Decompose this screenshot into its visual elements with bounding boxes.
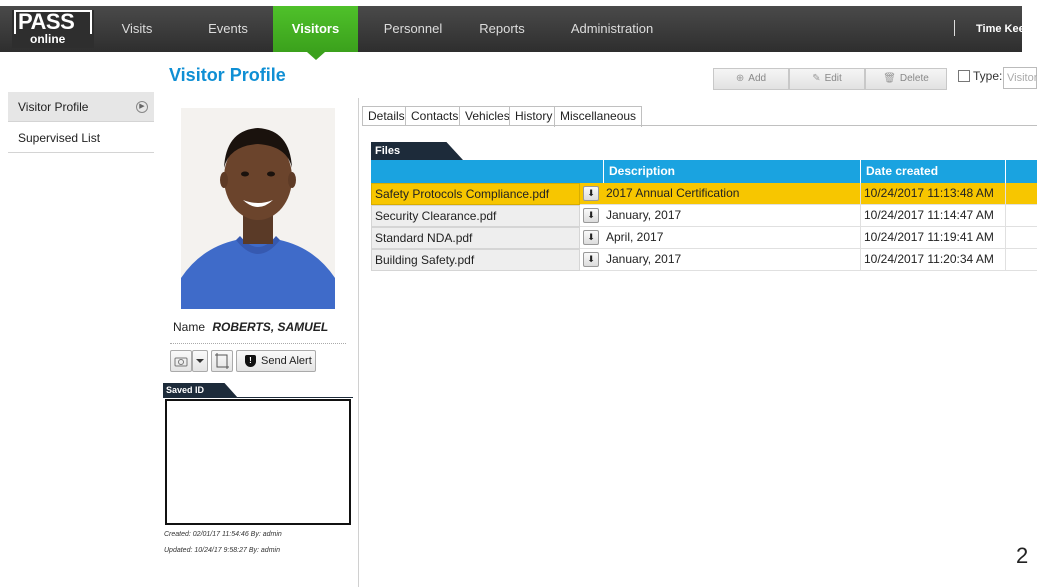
file-name-cell[interactable]: Security Clearance.pdf — [371, 205, 580, 227]
logo-main-text: PASS — [18, 9, 75, 34]
visitor-photo — [181, 108, 335, 309]
nav-time-keeping[interactable]: Time Keeping — [976, 6, 1022, 52]
divider — [170, 343, 346, 344]
type-checkbox[interactable] — [958, 70, 970, 82]
files-table: Description Date created Safety Protocol… — [371, 160, 1037, 271]
date-created-cell: 10/24/2017 11:20:34 AM — [860, 249, 1005, 271]
tab-history[interactable]: History — [509, 106, 559, 126]
app-logo[interactable]: PASS online — [12, 10, 94, 48]
logo-sub-text: online — [30, 32, 66, 46]
type-input[interactable]: Visitor — [1003, 67, 1037, 89]
saved-id-tab: Saved ID — [163, 383, 238, 398]
edit-label: Edit — [824, 73, 842, 84]
tab-contacts[interactable]: Contacts — [405, 106, 465, 126]
nav-reports[interactable]: Reports — [464, 6, 540, 52]
tab-strip-line — [362, 125, 1037, 126]
sidebar-item-supervised-list[interactable]: Supervised List — [8, 123, 154, 153]
created-info: Created: 02/01/17 11:54:46 By: admin — [164, 531, 282, 538]
nav-visits[interactable]: Visits — [102, 6, 172, 52]
extra-cell — [1005, 249, 1037, 271]
sidebar-item-label: Supervised List — [18, 131, 101, 145]
tab-miscellaneous[interactable]: Miscellaneous — [554, 106, 643, 127]
nav-personnel[interactable]: Personnel — [368, 6, 458, 52]
delete-label: Delete — [899, 73, 929, 84]
crop-button[interactable] — [211, 350, 233, 372]
download-icon[interactable]: ⬇ — [583, 252, 599, 267]
tab-vehicles[interactable]: Vehicles — [459, 106, 516, 126]
add-icon: ⊕ — [735, 73, 745, 84]
type-label: Type: — [973, 69, 1003, 83]
column-header-file[interactable] — [371, 160, 603, 183]
files-table-header: Description Date created — [371, 160, 1037, 183]
add-label: Add — [748, 73, 767, 84]
saved-id-rule — [163, 397, 353, 398]
crop-icon — [215, 353, 229, 369]
date-created-cell: 10/24/2017 11:13:48 AM — [860, 183, 1005, 205]
extra-cell — [1005, 227, 1037, 249]
table-row[interactable]: Safety Protocols Compliance.pdf ⬇ 2017 A… — [371, 183, 1037, 205]
visitor-photo-image — [181, 108, 335, 309]
file-name-cell[interactable]: Standard NDA.pdf — [371, 227, 580, 249]
capture-icon — [174, 357, 188, 367]
send-alert-button[interactable]: ! Send Alert — [236, 350, 316, 372]
visitor-name: ROBERTS, SAMUEL — [212, 320, 329, 334]
description-cell: January, 2017 — [606, 208, 682, 222]
nav-visitors[interactable]: Visitors — [273, 6, 358, 52]
updated-info: Updated: 10/24/17 9:58:27 By: admin — [164, 547, 280, 554]
file-name-cell[interactable]: Building Safety.pdf — [371, 249, 580, 271]
active-nav-pointer — [307, 52, 325, 60]
delete-icon: 🗑 — [883, 73, 896, 84]
sidebar-item-visitor-profile[interactable]: Visitor Profile ▶ — [8, 92, 154, 122]
description-cell: 2017 Annual Certification — [606, 186, 740, 200]
send-alert-label: Send Alert — [261, 355, 312, 367]
chevron-down-icon — [196, 359, 204, 363]
nav-separator — [954, 20, 955, 36]
name-label: Name — [173, 320, 206, 334]
saved-id-image-box — [165, 399, 351, 525]
tab-details[interactable]: Details — [362, 106, 411, 126]
delete-button[interactable]: 🗑 Delete — [865, 68, 947, 90]
download-icon[interactable]: ⬇ — [583, 208, 599, 223]
date-created-cell: 10/24/2017 11:14:47 AM — [860, 205, 1005, 227]
column-header-extra — [1005, 160, 1037, 183]
extra-cell — [1005, 183, 1037, 205]
file-name-cell[interactable]: Safety Protocols Compliance.pdf — [371, 183, 580, 205]
column-header-date-created[interactable]: Date created — [860, 160, 1005, 183]
expand-icon[interactable]: ▶ — [136, 101, 148, 113]
nav-administration[interactable]: Administration — [553, 6, 671, 52]
table-row[interactable]: Building Safety.pdf ⬇ January, 2017 10/2… — [371, 249, 1037, 271]
top-bar: PASS online Visits Events Visitors Perso… — [0, 0, 1037, 60]
page-number: 2 — [1016, 543, 1029, 568]
add-button[interactable]: ⊕ Add — [713, 68, 789, 90]
sidebar-item-label: Visitor Profile — [18, 100, 89, 114]
description-cell: January, 2017 — [606, 252, 682, 266]
nav-events[interactable]: Events — [188, 6, 268, 52]
page-title: Visitor Profile — [169, 65, 286, 85]
table-row[interactable]: Standard NDA.pdf ⬇ April, 2017 10/24/201… — [371, 227, 1037, 249]
download-icon[interactable]: ⬇ — [583, 186, 599, 201]
capture-dropdown-button[interactable] — [192, 350, 208, 372]
download-icon[interactable]: ⬇ — [583, 230, 599, 245]
files-section-tab: Files — [371, 142, 463, 160]
panel-divider — [358, 98, 359, 587]
column-header-description[interactable]: Description — [603, 160, 860, 183]
date-created-cell: 10/24/2017 11:19:41 AM — [860, 227, 1005, 249]
shield-alert-icon: ! — [245, 355, 256, 367]
extra-cell — [1005, 205, 1037, 227]
capture-photo-button[interactable] — [170, 350, 192, 372]
table-row[interactable]: Security Clearance.pdf ⬇ January, 2017 1… — [371, 205, 1037, 227]
edit-icon: ✎ — [812, 73, 821, 84]
edit-button[interactable]: ✎ Edit — [789, 68, 865, 90]
visitor-name-row: Name ROBERTS, SAMUEL — [173, 320, 328, 334]
description-cell: April, 2017 — [606, 230, 664, 244]
